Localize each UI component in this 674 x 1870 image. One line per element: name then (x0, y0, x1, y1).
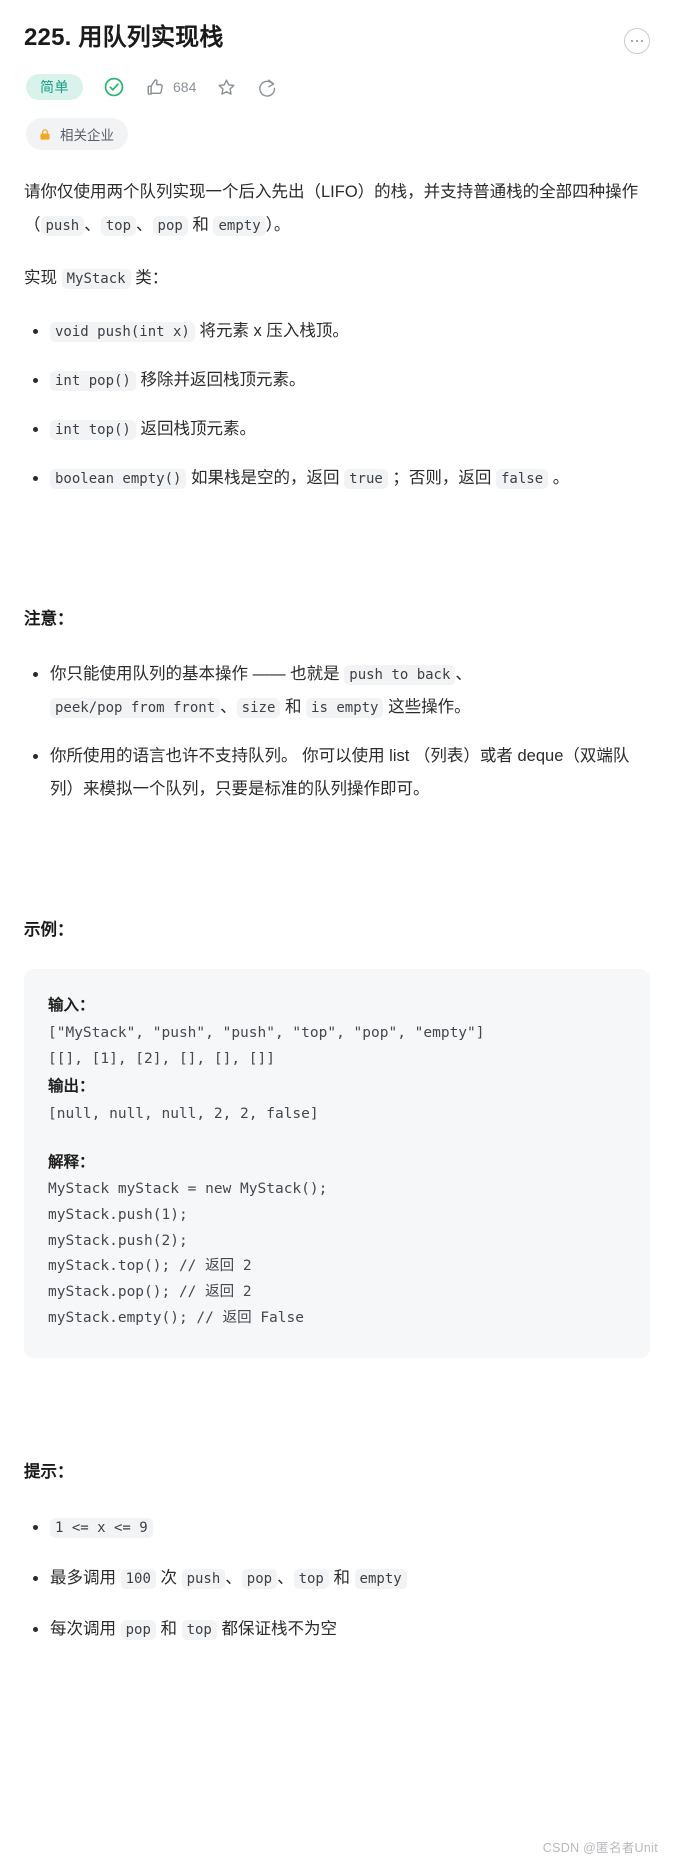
like-count: 684 (173, 79, 197, 96)
hint2-text-1: 最多调用 (50, 1568, 121, 1587)
method-desc-pop: 移除并返回栈顶元素。 (135, 371, 306, 390)
star-icon (218, 79, 235, 95)
example-output-label: 输出： (48, 1078, 95, 1096)
status-badge-difficulty: 简单 (26, 74, 83, 101)
example-input-label: 输入： (48, 997, 95, 1015)
code-pop: pop (152, 216, 188, 237)
note1-text-5: 这些操作。 (383, 698, 471, 717)
example-output-value: [null, null, null, 2, 2, false] (48, 1105, 319, 1122)
list-item: int pop() 移除并返回栈顶元素。 (33, 364, 650, 397)
code-method-push: void push(int x) (50, 322, 195, 343)
section-heading-example: 示例： (24, 921, 74, 940)
code-hint-top: top (293, 1568, 329, 1589)
title-row: 225. 用队列实现栈 (24, 22, 650, 54)
tag-row: 相关企业 (24, 118, 650, 151)
share-icon (259, 79, 276, 97)
list-item: int top() 返回栈顶元素。 (33, 413, 650, 446)
code-true: true (344, 469, 388, 490)
list-item: boolean empty() 如果栈是空的，返回 true ；否则，返回 fa… (33, 462, 650, 495)
like-button[interactable]: 684 (145, 77, 196, 98)
code-push-to-back: push to back (344, 665, 456, 686)
example-code-block: 输入： ["MyStack", "push", "push", "top", "… (24, 969, 650, 1358)
code-hint-push: push (181, 1568, 226, 1589)
code-method-pop: int pop() (50, 371, 136, 392)
more-horizontal-icon[interactable] (624, 28, 650, 54)
hints-list: 1 <= x <= 9 最多调用 100 次 push、 pop、 top 和 em… (24, 1511, 650, 1646)
sep-2: 、 (136, 216, 153, 235)
more-dots (630, 39, 644, 43)
sep-1: 、 (84, 216, 101, 235)
page-title: 225. 用队列实现栈 (24, 24, 224, 51)
note1-text-3: 、 (220, 698, 237, 717)
implement-paragraph: 实现 MyStack 类： (24, 262, 650, 295)
list-item: 1 <= x <= 9 (33, 1511, 650, 1544)
code-empty: empty (213, 216, 266, 237)
empty-text-2: ；否则，返回 (387, 469, 496, 488)
company-tag-label: 相关企业 (60, 128, 114, 144)
code-hint3-top: top (181, 1619, 217, 1640)
example-explain-label: 解释： (48, 1153, 95, 1171)
code-hint3-pop: pop (120, 1619, 156, 1640)
implement-prefix: 实现 (24, 269, 62, 288)
code-constraint-x: 1 <= x <= 9 (50, 1517, 153, 1538)
hint2-text-2: 次 (155, 1568, 182, 1587)
code-method-empty: boolean empty() (50, 469, 187, 490)
list-item: 你所使用的语言也许不支持队列。 你可以使用 list （列表）或者 deque（… (33, 740, 650, 806)
code-peek-pop-from-front: peek/pop from front (50, 698, 221, 719)
note1-text-4: 和 (280, 698, 307, 717)
and-text: 和 (187, 216, 214, 235)
problem-page: 225. 用队列实现栈 简单 684 相关企业 请你仅使用两个队列实现一个后入先… (0, 0, 674, 1646)
meta-row: 简单 684 (24, 74, 650, 101)
company-tag-button[interactable]: 相关企业 (26, 118, 128, 151)
code-push: push (40, 216, 85, 237)
hint2-text-5: 和 (328, 1568, 355, 1587)
code-size: size (236, 698, 281, 719)
code-hint-pop: pop (241, 1568, 278, 1589)
method-list: void push(int x) 将元素 x 压入栈顶。 int pop() 移… (24, 315, 650, 495)
check-circle-icon (104, 78, 124, 97)
solved-status[interactable] (103, 76, 125, 98)
list-item: void push(int x) 将元素 x 压入栈顶。 (33, 315, 650, 348)
hints-section: 提示： 1 <= x <= 9 最多调用 100 次 push、 pop、 top … (24, 1456, 650, 1646)
note-list: 你只能使用队列的基本操作 —— 也就是 push to back 、peek/po… (24, 658, 650, 806)
empty-text-1: 如果栈是空的，返回 (186, 469, 345, 488)
method-desc-push: 将元素 x 压入栈顶。 (194, 322, 349, 341)
watermark: CSDN @匿名者Unit (542, 1841, 658, 1855)
note1-text-1: 你只能使用队列的基本操作 —— 也就是 (50, 665, 345, 684)
hint3-text-1: 每次调用 (50, 1619, 121, 1638)
code-top: top (100, 216, 137, 237)
favorite-button[interactable] (216, 77, 237, 98)
example-explain-value: MyStack myStack = new MyStack(); myStack… (48, 1181, 328, 1327)
hint2-text-4: 、 (277, 1568, 294, 1587)
hint3-text-2: 和 (155, 1619, 182, 1638)
thumbs-up-icon (147, 79, 163, 95)
code-false: false (496, 469, 549, 490)
problem-description: 请你仅使用两个队列实现一个后入先出（LIFO）的栈，并支持普通栈的全部四种操作（… (24, 176, 650, 1645)
code-method-top: int top() (50, 420, 136, 441)
implement-suffix: 类： (130, 269, 169, 288)
code-is-empty: is empty (306, 698, 384, 719)
method-desc-top: 返回栈顶元素。 (135, 420, 256, 439)
note1-text-2: 、 (455, 665, 472, 684)
lock-icon (40, 129, 50, 140)
example-input-value: ["MyStack", "push", "push", "top", "pop"… (48, 1024, 485, 1067)
list-item: 每次调用 pop 和 top 都保证栈不为空 (33, 1613, 650, 1646)
code-100: 100 (120, 1568, 156, 1589)
intro-text-end: ）。 (265, 216, 291, 235)
section-heading-note: 注意： (24, 610, 74, 629)
intro-paragraph: 请你仅使用两个队列实现一个后入先出（LIFO）的栈，并支持普通栈的全部四种操作（… (24, 176, 650, 242)
code-class-name: MyStack (61, 269, 131, 290)
code-hint-empty: empty (354, 1568, 407, 1589)
section-heading-hints: 提示： (24, 1462, 74, 1481)
empty-text-3: 。 (548, 469, 570, 488)
hint3-text-3: 都保证栈不为空 (216, 1619, 337, 1638)
hint2-text-3: 、 (225, 1568, 242, 1587)
list-item: 你只能使用队列的基本操作 —— 也就是 push to back 、peek/po… (33, 658, 650, 724)
list-item: 最多调用 100 次 push、 pop、 top 和 empty (33, 1562, 650, 1595)
share-button[interactable] (257, 77, 278, 98)
